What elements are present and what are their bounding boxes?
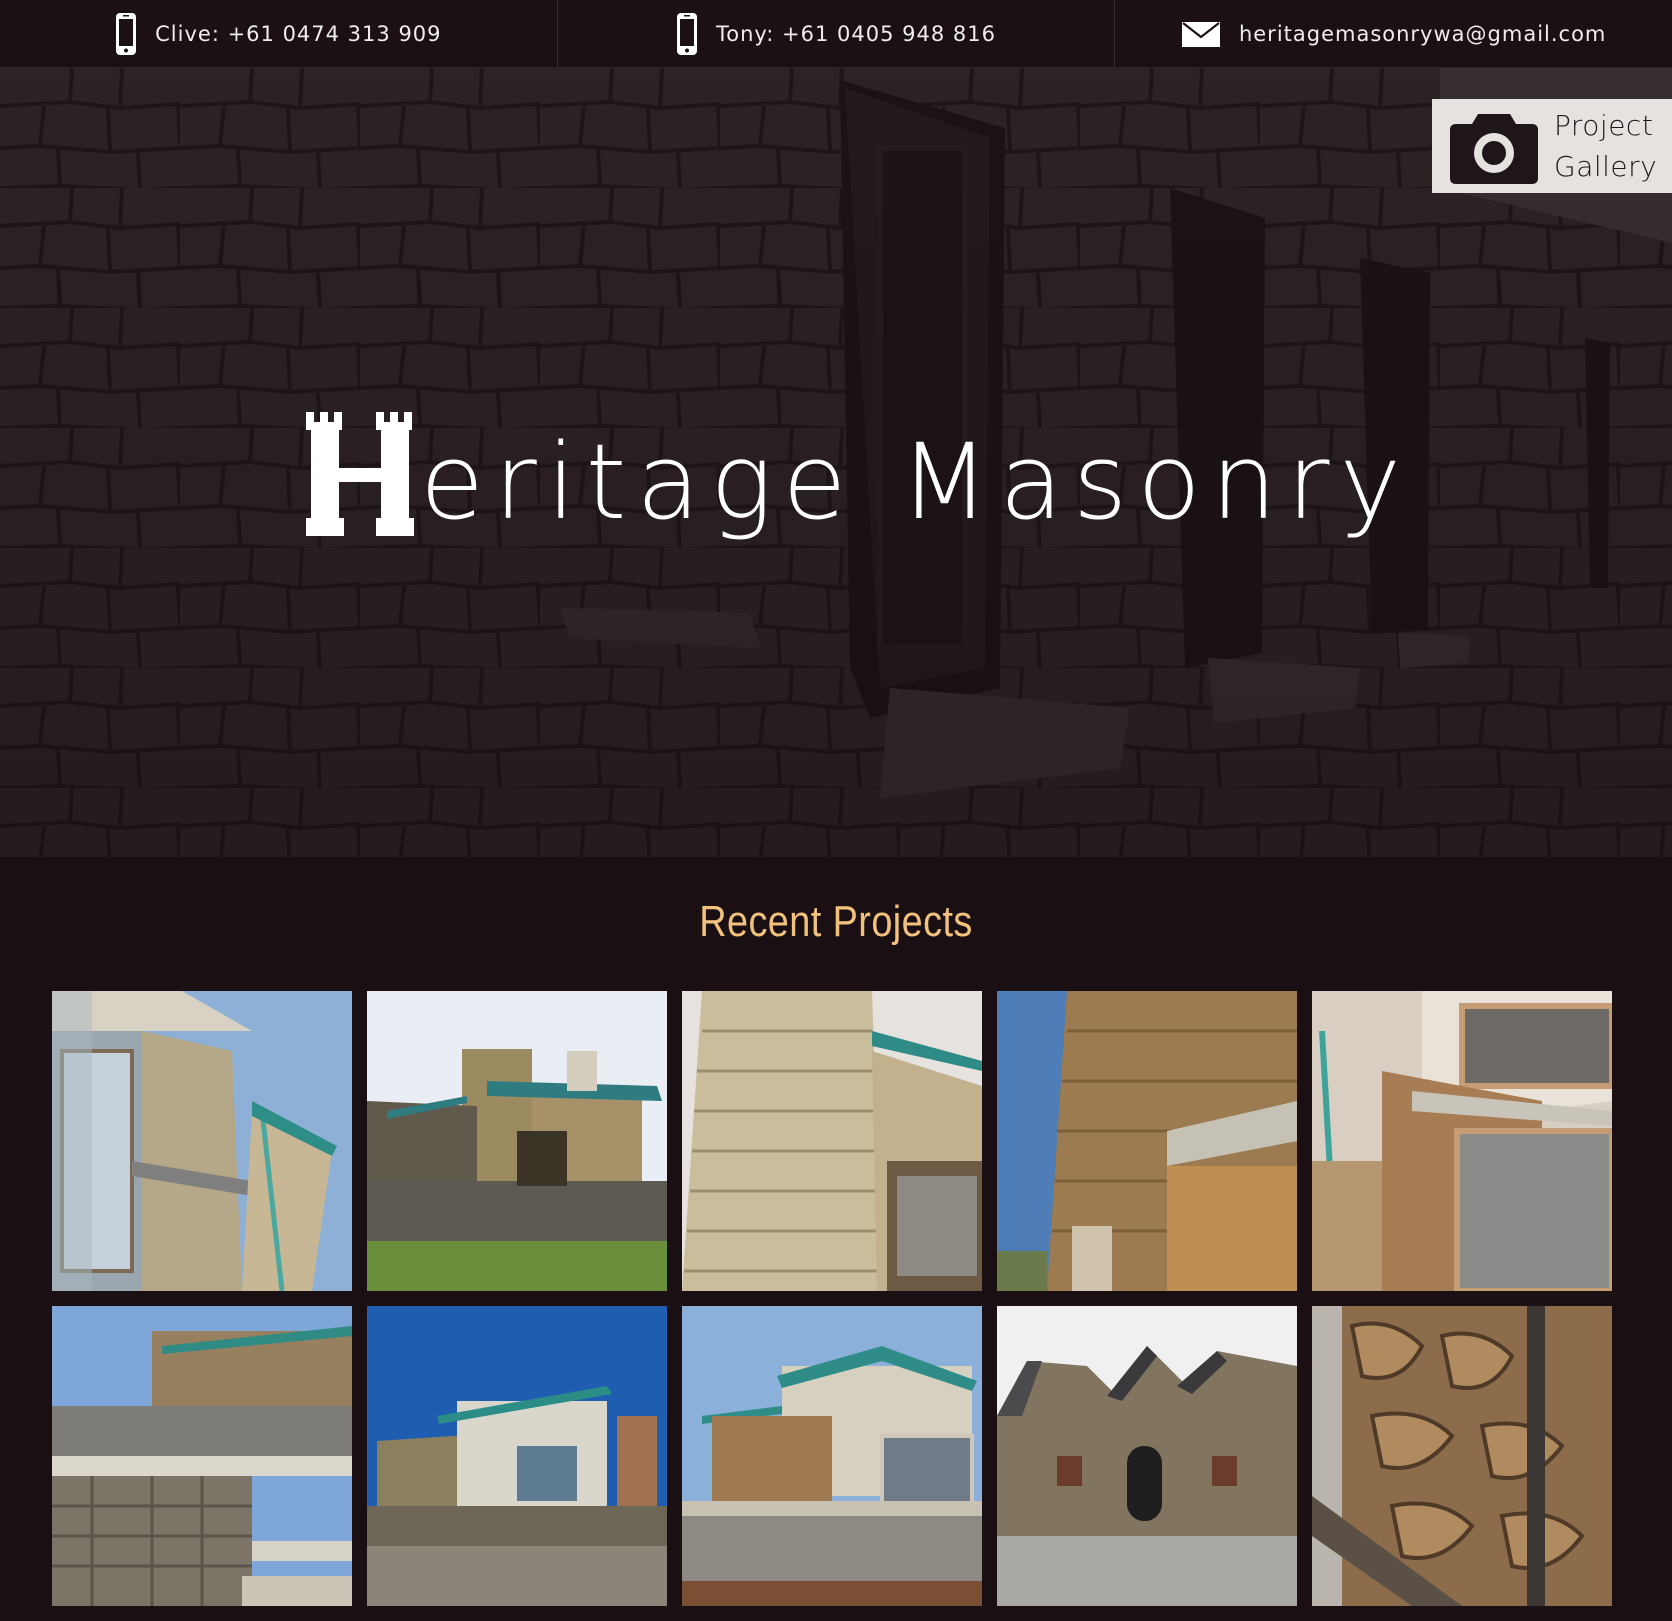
camera-icon — [1450, 114, 1538, 184]
project-thumbnail[interactable] — [367, 991, 667, 1291]
contact-clive[interactable]: Clive: +61 0474 313 909 — [0, 0, 557, 67]
project-thumbnail[interactable] — [682, 991, 982, 1291]
project-photo — [682, 1306, 982, 1606]
project-photo — [682, 991, 982, 1291]
project-thumbnail[interactable] — [682, 1306, 982, 1606]
project-thumbnail[interactable] — [52, 1306, 352, 1606]
contact-email[interactable]: heritagemasonrywa@gmail.com — [1114, 0, 1672, 67]
envelope-icon — [1181, 21, 1220, 47]
castle-tower-letter-h — [306, 412, 414, 536]
project-photo — [52, 991, 352, 1291]
site-title: eritage Masonry — [306, 386, 1411, 536]
project-photo — [997, 991, 1297, 1291]
project-gallery-button[interactable]: Project Gallery — [1432, 99, 1672, 193]
project-photo — [367, 1306, 667, 1606]
project-thumbnail[interactable] — [1312, 991, 1612, 1291]
mobile-phone-icon — [676, 12, 697, 55]
project-thumbnail[interactable] — [52, 991, 352, 1291]
contact-text: heritagemasonrywa@gmail.com — [1238, 21, 1607, 46]
project-thumbnail[interactable] — [997, 1306, 1297, 1606]
recent-projects-heading: Recent Projects — [699, 897, 973, 946]
project-photo — [1312, 991, 1612, 1291]
hero-banner: Project Gallery eritage Masonry — [0, 68, 1672, 857]
gallery-label-line2: Gallery — [1554, 150, 1658, 183]
contact-tony[interactable]: Tony: +61 0405 948 816 — [556, 0, 1115, 67]
project-photo — [1312, 1306, 1612, 1606]
project-photo — [52, 1306, 352, 1606]
contact-bar: Clive: +61 0474 313 909 Tony: +61 0405 9… — [0, 0, 1672, 68]
mobile-phone-icon — [116, 12, 137, 55]
title-text: eritage Masonry — [420, 421, 1412, 543]
project-thumbnail[interactable] — [1312, 1306, 1612, 1606]
project-photo — [997, 1306, 1297, 1606]
contact-text: Tony: +61 0405 948 816 — [715, 21, 997, 46]
project-thumbnail[interactable] — [367, 1306, 667, 1606]
gallery-label-line1: Project — [1554, 109, 1654, 142]
contact-text: Clive: +61 0474 313 909 — [155, 21, 442, 46]
project-thumbnail[interactable] — [997, 991, 1297, 1291]
gallery-label: Project Gallery — [1554, 105, 1666, 187]
project-thumbnail-grid — [52, 991, 1613, 1606]
project-photo — [367, 991, 667, 1291]
recent-projects-section: Recent Projects — [0, 857, 1672, 1621]
